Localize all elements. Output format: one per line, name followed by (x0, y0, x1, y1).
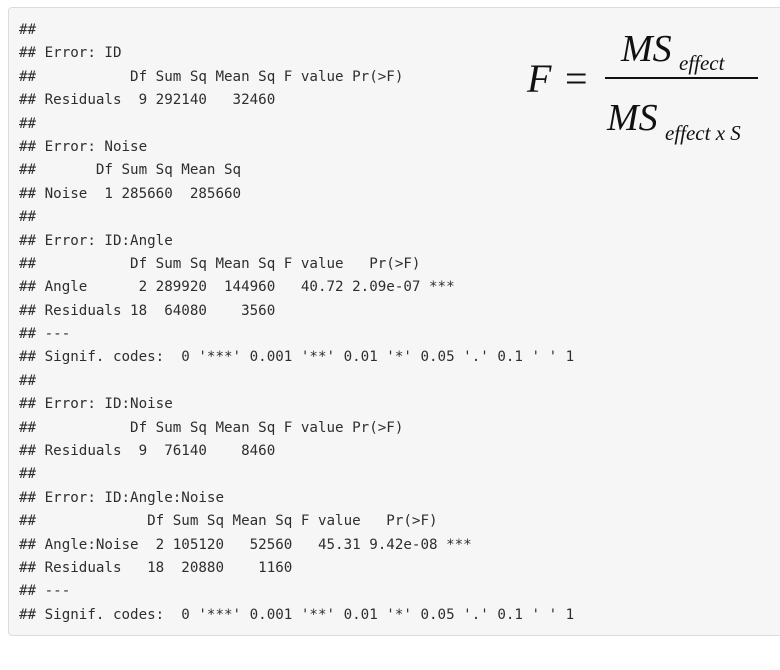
code-output-panel: ## ## Error: ID ## Df Sum Sq Mean Sq F val… (8, 7, 780, 636)
console-line-text: ## (19, 466, 37, 483)
console-line: ## Error: ID:Angle (19, 230, 574, 253)
console-line-text: ## (19, 115, 37, 132)
console-line: ## Error: ID:Angle:Noise (19, 487, 574, 510)
formula-equals-sign: = (565, 56, 588, 101)
console-line: ## Signif. codes: 0 '***' 0.001 '**' 0.0… (19, 346, 574, 369)
console-line: ## Df Sum Sq Mean Sq F value Pr(>F) (19, 510, 574, 533)
formula-denominator-base: MS (606, 97, 658, 139)
console-line: ## Angle 2 289920 144960 40.72 2.09e-07 … (19, 276, 574, 299)
console-line: ## Residuals 18 64080 3560 (19, 300, 574, 323)
console-line-text: ## Df Sum Sq Mean Sq F value Pr(>F) (19, 68, 404, 85)
console-line: ## (19, 206, 574, 229)
console-line: ## Df Sum Sq Mean Sq F value Pr(>F) (19, 66, 574, 89)
f-ratio-formula: F = MS effect MS effect x S (521, 12, 766, 162)
console-line-text: ## Residuals 18 64080 3560 (19, 302, 276, 319)
console-line: ## Residuals 9 292140 32460 (19, 89, 574, 112)
console-line-text: ## Df Sum Sq Mean Sq F value Pr(>F) (19, 419, 404, 436)
console-line: ## Residuals 9 76140 8460 (19, 440, 574, 463)
console-line: ## Error: ID:Noise (19, 393, 574, 416)
console-line-text: ## Error: ID:Noise (19, 396, 173, 413)
console-line-text: ## Residuals 18 20880 1160 (19, 559, 293, 576)
console-line-text: ## (19, 209, 37, 226)
console-line-text: ## Df Sum Sq Mean Sq F value Pr(>F) (19, 255, 421, 272)
console-line-text: ## Residuals 9 76140 8460 (19, 443, 276, 460)
console-line-text: ## (19, 22, 37, 38)
formula-graphic: F = MS effect MS effect x S (526, 28, 758, 145)
console-line: ## --- (19, 580, 574, 603)
console-line-text: ## Noise 1 285660 285660 (19, 185, 242, 202)
console-line: ## Df Sum Sq Mean Sq F value Pr(>F) (19, 253, 574, 276)
console-line-text: ## --- (19, 583, 71, 600)
console-line: ## (19, 113, 574, 136)
formula-lhs: F (526, 56, 552, 101)
console-line: ## (19, 370, 574, 393)
console-line: ## (19, 19, 574, 42)
console-output: ## ## Error: ID ## Df Sum Sq Mean Sq F val… (19, 19, 574, 627)
console-line-text: ## Angle 2 289920 144960 40.72 2.09e-07 … (19, 279, 455, 296)
console-line: ## Residuals 18 20880 1160 (19, 557, 574, 580)
console-line: ## Df Sum Sq Mean Sq (19, 159, 574, 182)
console-line-text: ## Signif. codes: 0 '***' 0.001 '**' 0.0… (19, 606, 575, 623)
console-line-text: ## Signif. codes: 0 '***' 0.001 '**' 0.0… (19, 349, 575, 366)
console-line-text: ## Error: ID:Angle (19, 232, 173, 249)
console-line-text: ## Angle:Noise 2 105120 52560 45.31 9.42… (19, 536, 472, 553)
console-line-text: ## Residuals 9 292140 32460 (19, 92, 276, 109)
console-line-text: ## Df Sum Sq Mean Sq F value Pr(>F) (19, 513, 438, 530)
console-line-text: ## Error: Noise (19, 138, 148, 155)
console-line-text: ## --- (19, 326, 71, 343)
formula-denominator-subscript: effect x S (665, 121, 741, 145)
console-line: ## Error: ID (19, 42, 574, 65)
console-line-text: ## (19, 372, 37, 389)
console-line: ## (19, 463, 574, 486)
console-line: ## Error: Noise (19, 136, 574, 159)
console-line: ## Signif. codes: 0 '***' 0.001 '**' 0.0… (19, 604, 574, 627)
formula-numerator-base: MS (620, 28, 672, 70)
console-line: ## Angle:Noise 2 105120 52560 45.31 9.42… (19, 534, 574, 557)
console-line: ## --- (19, 323, 574, 346)
console-line-text: ## Error: ID (19, 45, 122, 62)
console-line-text: ## Df Sum Sq Mean Sq (19, 162, 242, 179)
console-line: ## Noise 1 285660 285660 (19, 183, 574, 206)
console-line-text: ## Error: ID:Angle:Noise (19, 489, 224, 506)
console-line: ## Df Sum Sq Mean Sq F value Pr(>F) (19, 417, 574, 440)
formula-numerator-subscript: effect (679, 51, 726, 75)
